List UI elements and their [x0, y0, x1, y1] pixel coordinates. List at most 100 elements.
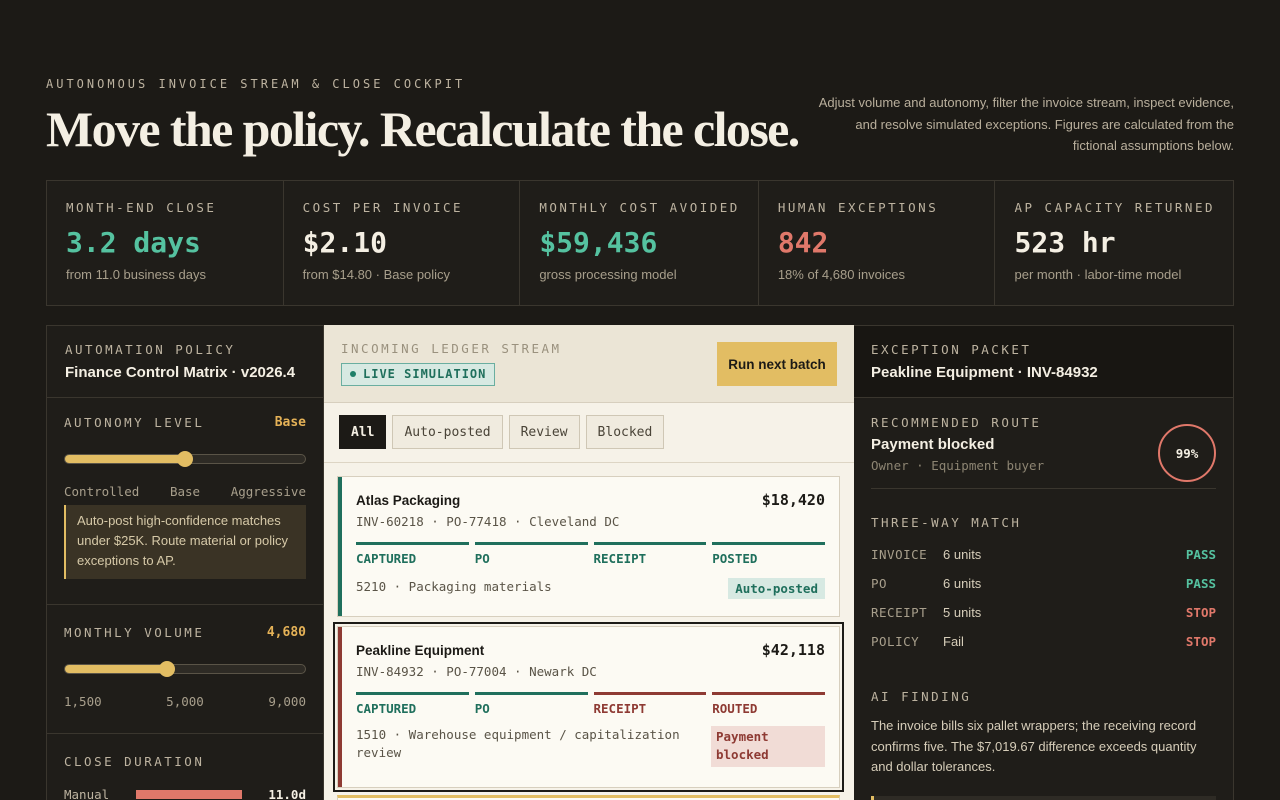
- match-row-po: PO 6 units PASS: [871, 576, 1216, 591]
- invoice-amount: $42,118: [761, 641, 825, 659]
- match-status: PASS: [1185, 576, 1216, 591]
- match-value: 5 units: [943, 605, 982, 620]
- invoice-account: 5210 · Packaging materials: [356, 579, 552, 594]
- autonomy-tick: Aggressive: [230, 484, 306, 499]
- kpi-month-end-close: MONTH-END CLOSE 3.2 days from 11.0 busin…: [47, 181, 284, 305]
- ai-finding-text: The invoice bills six pallet wrappers; t…: [871, 718, 1197, 774]
- autonomy-label: AUTONOMY LEVEL: [64, 415, 205, 430]
- autonomy-slider-fill: [65, 455, 185, 463]
- invoice-account: 1510 · Warehouse equipment / capitalizat…: [356, 727, 680, 760]
- stage-routed: ROUTED: [712, 692, 825, 716]
- live-dot-icon: [350, 371, 356, 377]
- autonomy-ticks: Controlled Base Aggressive: [64, 484, 306, 499]
- invoice-amount: $18,420: [761, 491, 825, 509]
- exception-packet-panel: EXCEPTION PACKET Peakline Equipment · IN…: [854, 325, 1234, 800]
- invoice-stages: CAPTURED PO RECEIPT POSTED: [356, 542, 825, 566]
- run-next-batch-button[interactable]: Run next batch: [717, 342, 837, 386]
- invoice-vendor: Peakline Equipment: [356, 643, 485, 658]
- match-row-invoice: INVOICE 6 units PASS: [871, 547, 1216, 562]
- live-badge-label: LIVE SIMULATION: [363, 367, 487, 381]
- invoice-refs: INV-84932 · PO-77004 · Newark DC: [356, 664, 597, 679]
- kpi-cost-per-invoice: COST PER INVOICE $2.10 from $14.80 · Bas…: [284, 181, 521, 305]
- autonomy-tick: Controlled: [64, 484, 140, 499]
- kpi-label: MONTH-END CLOSE: [66, 200, 217, 215]
- stream-header: INCOMING LEDGER STREAM LIVE SIMULATION R…: [324, 325, 854, 403]
- volume-slider-thumb[interactable]: [159, 661, 176, 677]
- match-key: INVOICE: [871, 547, 928, 562]
- recommended-route: RECOMMENDED ROUTE Payment blocked Owner …: [871, 398, 1216, 489]
- volume-tick: 1,500: [64, 694, 102, 709]
- autonomy-note: Auto-post high-confidence matches under …: [64, 505, 306, 579]
- kpi-value: 842: [777, 226, 829, 259]
- ai-evidence-bar: [871, 795, 1216, 800]
- kpi-value: 3.2 days: [66, 226, 201, 259]
- volume-label: MONTHLY VOLUME: [64, 625, 205, 640]
- invoice-stages: CAPTURED PO RECEIPT ROUTED: [356, 692, 825, 716]
- filter-auto-posted[interactable]: Auto-posted: [392, 415, 503, 449]
- kpi-label: COST PER INVOICE: [302, 200, 464, 215]
- kpi-subtext: 18% of 4,680 invoices: [777, 267, 906, 282]
- card-status-stripe: [338, 477, 342, 616]
- kpi-human-exceptions: HUMAN EXCEPTIONS 842 18% of 4,680 invoic…: [759, 181, 996, 305]
- invoice-refs: INV-60218 · PO-77418 · Cleveland DC: [356, 514, 620, 529]
- match-key: POLICY: [871, 634, 920, 649]
- kpi-value: 523 hr: [1014, 226, 1116, 259]
- policy-header: AUTOMATION POLICY Finance Control Matrix…: [47, 326, 323, 398]
- match-status: PASS: [1185, 547, 1216, 562]
- stage-posted: POSTED: [712, 542, 825, 566]
- invoice-status-badge: Payment blocked: [711, 726, 825, 767]
- volume-ticks: 1,500 5,000 9,000: [64, 694, 306, 709]
- volume-slider-fill: [65, 665, 168, 673]
- kpi-subtext: from $14.80 · Base policy: [302, 267, 451, 282]
- ledger-stream-panel: INCOMING LEDGER STREAM LIVE SIMULATION R…: [324, 325, 854, 800]
- volume-value: 4,680: [266, 625, 306, 640]
- match-key: RECEIPT: [871, 605, 928, 620]
- live-simulation-badge: LIVE SIMULATION: [341, 363, 496, 386]
- kpi-value: $2.10: [302, 226, 387, 259]
- invoice-card-atlas[interactable]: Atlas Packaging $18,420 INV-60218 · PO-7…: [337, 476, 840, 617]
- filter-blocked[interactable]: Blocked: [585, 415, 665, 449]
- invoice-card-next[interactable]: [337, 795, 840, 800]
- kpi-label: MONTHLY COST AVOIDED: [539, 200, 740, 215]
- kpi-subtext: per month · labor-time model: [1014, 267, 1182, 282]
- volume-slider[interactable]: [64, 661, 306, 677]
- exception-label: EXCEPTION PACKET: [871, 342, 1032, 357]
- kpi-label: AP CAPACITY RETURNED: [1014, 200, 1215, 215]
- match-row-receipt: RECEIPT 5 units STOP: [871, 605, 1216, 620]
- stage-receipt: RECEIPT: [593, 542, 707, 566]
- close-duration-label: CLOSE DURATION: [64, 754, 205, 769]
- kpi-ap-capacity: AP CAPACITY RETURNED 523 hr per month · …: [995, 181, 1233, 305]
- filter-review[interactable]: Review: [508, 415, 580, 449]
- filter-all[interactable]: All: [339, 415, 387, 449]
- kpi-subtext: from 11.0 business days: [66, 267, 206, 282]
- duration-row-label: Manual: [64, 787, 110, 800]
- kpi-strip: MONTH-END CLOSE 3.2 days from 11.0 busin…: [46, 180, 1234, 306]
- ai-finding-label: AI FINDING: [871, 689, 972, 704]
- stage-captured: CAPTURED: [356, 542, 469, 566]
- card-status-stripe: [338, 627, 342, 787]
- page-title: Move the policy. Recalculate the close.: [46, 101, 800, 157]
- kpi-value: $59,436: [539, 226, 658, 259]
- exception-title: Peakline Equipment · INV-84932: [871, 364, 1098, 381]
- duration-bar: [136, 790, 242, 799]
- exception-header: EXCEPTION PACKET Peakline Equipment · IN…: [854, 326, 1233, 398]
- match-value: Fail: [943, 634, 964, 649]
- kpi-monthly-cost-avoided: MONTHLY COST AVOIDED $59,436 gross proce…: [520, 181, 759, 305]
- route-label: RECOMMENDED ROUTE: [871, 415, 1042, 430]
- match-status: STOP: [1185, 605, 1216, 620]
- autonomy-slider[interactable]: [64, 451, 306, 467]
- invoice-card-peakline[interactable]: Peakline Equipment $42,118 INV-84932 · P…: [333, 622, 844, 792]
- duration-row-manual: Manual 11.0d: [64, 787, 306, 800]
- volume-tick: 5,000: [166, 694, 204, 709]
- autonomy-tick: Base: [169, 484, 201, 499]
- autonomy-value: Base: [274, 415, 306, 430]
- duration-row-value: 11.0d: [268, 787, 306, 800]
- match-value: 6 units: [943, 547, 982, 562]
- kpi-label: HUMAN EXCEPTIONS: [777, 200, 939, 215]
- confidence-ring: 99%: [1158, 424, 1216, 482]
- autonomy-slider-thumb[interactable]: [177, 451, 193, 467]
- match-key: PO: [871, 576, 888, 591]
- close-duration-section: CLOSE DURATION Manual 11.0d: [64, 734, 306, 800]
- invoice-status-badge: Auto-posted: [728, 578, 825, 599]
- three-way-match-label: THREE-WAY MATCH: [871, 515, 1022, 530]
